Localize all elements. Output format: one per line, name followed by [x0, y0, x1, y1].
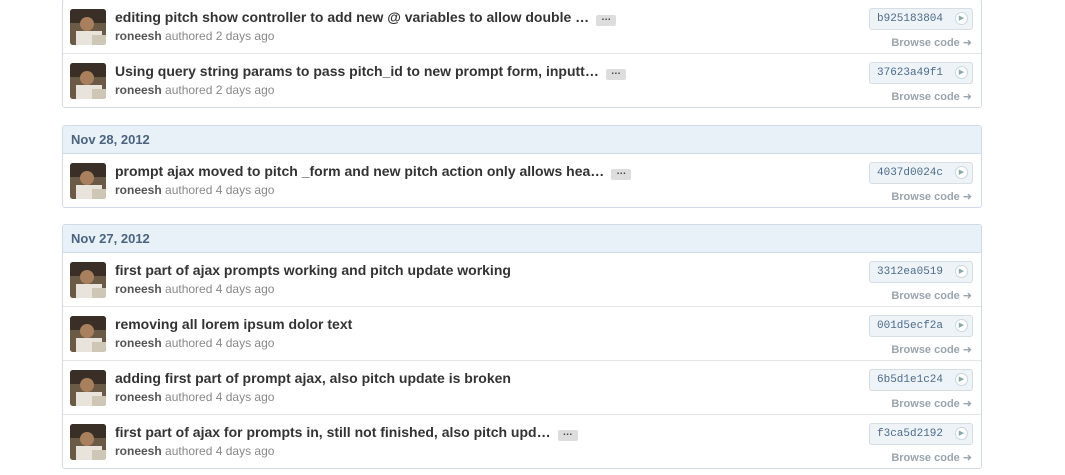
browse-code-link[interactable]: Browse code ➜: [891, 90, 972, 103]
author-name[interactable]: roneesh: [115, 390, 162, 404]
arrow-right-circle-icon: ▶: [955, 166, 968, 179]
author-name[interactable]: roneesh: [115, 83, 162, 97]
arrow-right-icon: ➜: [962, 36, 972, 49]
sha-text: 3312ea0519: [877, 266, 944, 278]
author-name[interactable]: roneesh: [115, 336, 162, 350]
sha-text: 001d5ecf2a: [877, 320, 944, 332]
expand-message-button[interactable]: …: [605, 67, 626, 80]
commit-message[interactable]: editing pitch show controller to add new…: [115, 9, 617, 26]
commit-meta: roneesh authored 4 days ago: [115, 336, 274, 350]
author-name[interactable]: roneesh: [115, 183, 162, 197]
commit-message[interactable]: Using query string params to pass pitch_…: [115, 63, 626, 80]
expand-message-button[interactable]: …: [596, 13, 617, 26]
author-name[interactable]: roneesh: [115, 444, 162, 458]
commit-message[interactable]: adding first part of prompt ajax, also p…: [115, 370, 511, 386]
sha-text: 4037d0024c: [877, 167, 944, 179]
arrow-right-circle-icon: ▶: [955, 319, 968, 332]
authored-time: authored 4 days ago: [165, 336, 275, 350]
arrow-right-circle-icon: ▶: [955, 373, 968, 386]
browse-code-link[interactable]: Browse code ➜: [891, 451, 972, 464]
sha-text: 37623a49f1: [877, 67, 944, 79]
arrow-right-icon: ➜: [962, 343, 972, 356]
commit-row: prompt ajax moved to pitch _form and new…: [63, 154, 981, 207]
expand-message-button[interactable]: …: [611, 167, 632, 180]
commit-sha-button[interactable]: 6b5d1e1c24 ▶: [869, 369, 973, 391]
commit-sha-button[interactable]: 001d5ecf2a ▶: [869, 315, 973, 337]
authored-time: authored 4 days ago: [165, 183, 275, 197]
arrow-right-circle-icon: ▶: [955, 265, 968, 278]
commit-row: adding first part of prompt ajax, also p…: [63, 360, 981, 414]
commit-meta: roneesh authored 4 days ago: [115, 183, 274, 197]
commit-row: first part of ajax for prompts in, still…: [63, 414, 981, 468]
commit-meta: roneesh authored 2 days ago: [115, 29, 274, 43]
commit-group: editing pitch show controller to add new…: [62, 0, 982, 108]
author-avatar[interactable]: [70, 63, 106, 99]
authored-time: authored 4 days ago: [165, 390, 275, 404]
arrow-right-icon: ➜: [962, 90, 972, 103]
commit-sha-button[interactable]: 3312ea0519 ▶: [869, 261, 973, 283]
author-avatar[interactable]: [70, 370, 106, 406]
commit-message[interactable]: first part of ajax prompts working and p…: [115, 262, 511, 278]
expand-message-button[interactable]: …: [557, 428, 578, 441]
sha-text: 6b5d1e1c24: [877, 374, 944, 386]
authored-time: authored 4 days ago: [165, 444, 275, 458]
commit-row: editing pitch show controller to add new…: [63, 0, 981, 53]
browse-code-link[interactable]: Browse code ➜: [891, 36, 972, 49]
browse-code-link[interactable]: Browse code ➜: [891, 289, 972, 302]
arrow-right-icon: ➜: [962, 289, 972, 302]
author-avatar[interactable]: [70, 262, 106, 298]
authored-time: authored 2 days ago: [165, 83, 275, 97]
author-avatar[interactable]: [70, 316, 106, 352]
commit-group: Nov 27, 2012 first part of ajax prompts …: [62, 224, 982, 469]
arrow-right-circle-icon: ▶: [955, 427, 968, 440]
author-name[interactable]: roneesh: [115, 282, 162, 296]
arrow-right-circle-icon: ▶: [955, 66, 968, 79]
authored-time: authored 2 days ago: [165, 29, 275, 43]
commit-row: Using query string params to pass pitch_…: [63, 53, 981, 107]
arrow-right-circle-icon: ▶: [955, 12, 968, 25]
commit-meta: roneesh authored 4 days ago: [115, 282, 274, 296]
arrow-right-icon: ➜: [962, 190, 972, 203]
commit-sha-button[interactable]: b925183804 ▶: [869, 8, 973, 30]
commit-row: removing all lorem ipsum dolor text rone…: [63, 306, 981, 360]
arrow-right-icon: ➜: [962, 397, 972, 410]
browse-code-link[interactable]: Browse code ➜: [891, 343, 972, 356]
author-avatar[interactable]: [70, 9, 106, 45]
commit-sha-button[interactable]: f3ca5d2192 ▶: [869, 423, 973, 445]
commit-row: first part of ajax prompts working and p…: [63, 253, 981, 306]
browse-code-link[interactable]: Browse code ➜: [891, 190, 972, 203]
commit-sha-button[interactable]: 37623a49f1 ▶: [869, 62, 973, 84]
browse-code-link[interactable]: Browse code ➜: [891, 397, 972, 410]
arrow-right-icon: ➜: [962, 451, 972, 464]
commit-meta: roneesh authored 4 days ago: [115, 444, 274, 458]
commit-message[interactable]: prompt ajax moved to pitch _form and new…: [115, 163, 632, 180]
authored-time: authored 4 days ago: [165, 282, 275, 296]
commit-meta: roneesh authored 4 days ago: [115, 390, 274, 404]
author-avatar[interactable]: [70, 163, 106, 199]
commit-date-header: Nov 27, 2012: [63, 225, 981, 253]
commit-message[interactable]: removing all lorem ipsum dolor text: [115, 316, 352, 332]
sha-text: b925183804: [877, 13, 944, 25]
commit-message[interactable]: first part of ajax for prompts in, still…: [115, 424, 578, 441]
sha-text: f3ca5d2192: [877, 428, 944, 440]
commit-meta: roneesh authored 2 days ago: [115, 83, 274, 97]
author-name[interactable]: roneesh: [115, 29, 162, 43]
commit-sha-button[interactable]: 4037d0024c ▶: [869, 162, 973, 184]
commit-group: Nov 28, 2012 prompt ajax moved to pitch …: [62, 125, 982, 208]
author-avatar[interactable]: [70, 424, 106, 460]
commit-date-header: Nov 28, 2012: [63, 126, 981, 154]
